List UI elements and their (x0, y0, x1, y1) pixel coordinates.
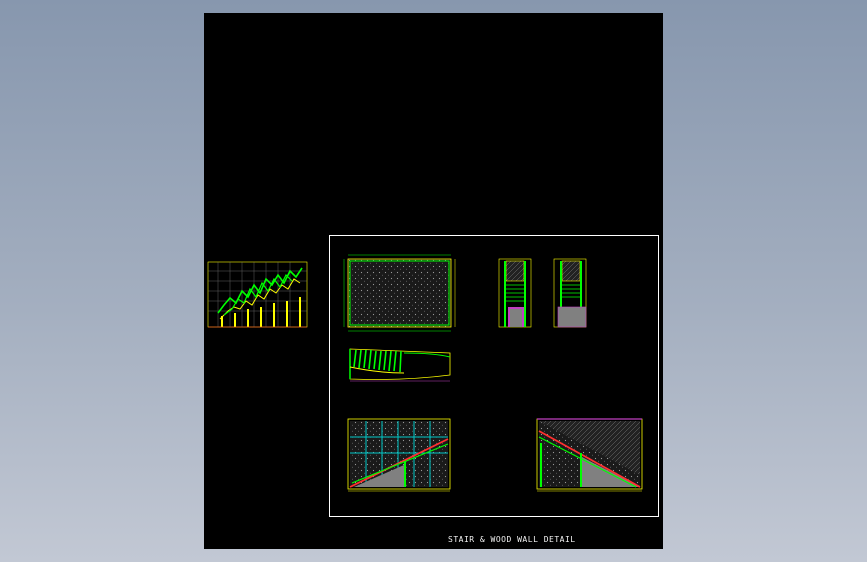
stair-elevation-right[interactable] (536, 418, 643, 492)
stair-elevation-left[interactable] (347, 418, 451, 492)
curved-stair-plan[interactable] (349, 348, 451, 382)
drawing-canvas[interactable] (204, 13, 663, 549)
section-b[interactable] (553, 258, 587, 328)
elevation-sketch[interactable] (207, 261, 308, 328)
section-a[interactable] (498, 258, 532, 328)
drawing-title: STAIR & WOOD WALL DETAIL (448, 535, 576, 544)
drawing-sheet (204, 13, 663, 549)
wall-plan[interactable] (343, 254, 456, 332)
